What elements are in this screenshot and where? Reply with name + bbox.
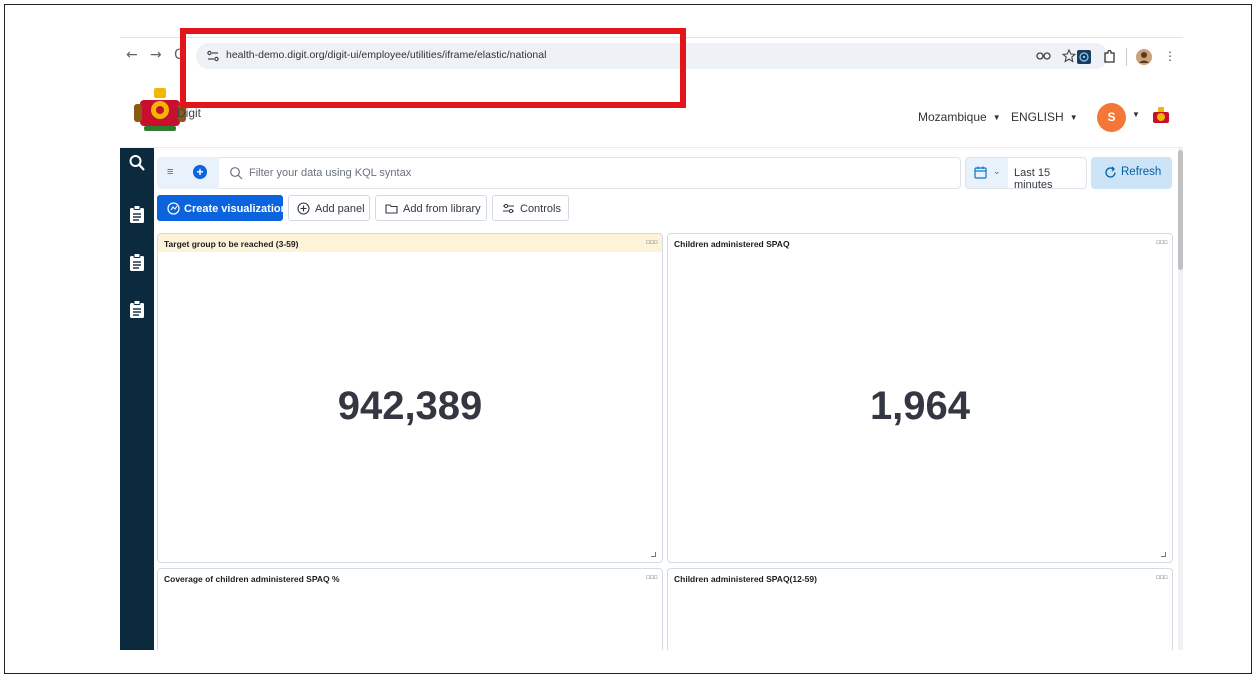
dashboard-content: ≡ + Filter your data using KQL syntax ⌄ … <box>154 148 1183 650</box>
panel-title: Children administered SPAQ <box>674 239 790 249</box>
kql-placeholder: Filter your data using KQL syntax <box>249 167 412 179</box>
quick-select-button[interactable]: ⌄ <box>966 158 1008 188</box>
metric-panel[interactable]: Children administered SPAQ ▫▫▫ 1,964 <box>667 233 1173 563</box>
metric-panel[interactable]: Target group to be reached (3-59) ▫▫▫ 94… <box>157 233 663 563</box>
brand-name: Digit <box>177 106 202 120</box>
clipboard-icon[interactable] <box>129 300 145 318</box>
chevron-down-icon[interactable]: ▼ <box>1132 110 1140 119</box>
country-label: Mozambique <box>918 110 987 124</box>
panel-options-icon[interactable]: ▫▫▫ <box>1156 238 1168 246</box>
browser-toolbar: ← → C health-demo.digit.org/digit-ui/emp… <box>120 38 1183 76</box>
controls-sliders-icon <box>503 203 514 214</box>
panel-options-icon[interactable]: ▫▫▫ <box>646 238 658 246</box>
time-range-label[interactable]: Last 15 minutes <box>1014 167 1086 191</box>
date-picker[interactable]: ⌄ Last 15 minutes <box>965 157 1087 191</box>
folder-icon <box>385 204 398 214</box>
metric-panel[interactable]: Coverage of children administered SPAQ %… <box>157 568 663 650</box>
country-dropdown[interactable]: Mozambique ▼ <box>918 110 1001 124</box>
toolbar-divider <box>1126 48 1127 66</box>
controls-button[interactable]: Controls <box>492 195 569 221</box>
url-text[interactable]: health-demo.digit.org/digit-ui/employee/… <box>226 49 546 61</box>
panel-options-icon[interactable]: ▫▫▫ <box>1156 573 1168 581</box>
chevron-down-icon: ⌄ <box>993 166 1001 176</box>
metric-value: 1,964 <box>869 384 971 428</box>
panel-options-icon[interactable]: ▫▫▫ <box>646 573 658 581</box>
kql-search-input[interactable]: Filter your data using KQL syntax <box>219 157 961 189</box>
resize-handle-icon[interactable] <box>651 552 656 557</box>
create-visualization-label: Create visualization <box>184 203 288 215</box>
panel-title: Coverage of children administered SPAQ % <box>164 574 340 584</box>
filter-menu-icon[interactable]: ≡ <box>167 166 173 178</box>
reload-button[interactable]: C <box>174 47 184 63</box>
chevron-down-icon: ▼ <box>992 113 1001 122</box>
add-panel-label: Add panel <box>315 203 365 215</box>
chevron-down-icon: ▼ <box>1069 113 1078 122</box>
puzzle-icon[interactable] <box>1102 50 1116 64</box>
panel-title: Children administered SPAQ(12-59) <box>674 574 817 584</box>
resize-handle-icon[interactable] <box>1161 552 1166 557</box>
add-from-library-label: Add from library <box>403 203 481 215</box>
language-dropdown[interactable]: ENGLISH ▼ <box>1011 110 1078 124</box>
create-visualization-button[interactable]: Create visualization <box>157 195 287 221</box>
add-panel-button[interactable]: Add panel <box>288 195 370 221</box>
add-filter-icon[interactable]: + <box>193 165 207 179</box>
filter-group: ≡ + <box>157 157 219 189</box>
kebab-menu-icon[interactable]: ⋮ <box>1164 49 1176 63</box>
add-from-library-button[interactable]: Add from library <box>375 195 487 221</box>
scrollbar[interactable] <box>1178 148 1183 650</box>
address-bar[interactable]: health-demo.digit.org/digit-ui/employee/… <box>196 43 1108 69</box>
refresh-label: Refresh <box>1121 166 1162 178</box>
query-bar: ≡ + Filter your data using KQL syntax ⌄ … <box>157 157 1172 191</box>
app-header: Digit Mozambique ▼ ENGLISH ▼ S ▼ <box>120 80 1183 148</box>
panel-title: Target group to be reached (3-59) <box>158 234 662 252</box>
search-icon[interactable] <box>129 154 145 172</box>
plus-circle-icon <box>297 202 310 215</box>
clipboard-icon[interactable] <box>129 205 145 223</box>
bookmark-star-icon[interactable] <box>1062 49 1076 63</box>
sidebar <box>120 148 154 650</box>
back-button[interactable]: ← <box>126 47 138 63</box>
scrollbar-thumb[interactable] <box>1178 150 1183 270</box>
controls-label: Controls <box>520 203 561 215</box>
language-label: ENGLISH <box>1011 110 1064 124</box>
forward-button[interactable]: → <box>150 47 162 63</box>
metric-panel[interactable]: Children administered SPAQ(12-59) ▫▫▫ <box>667 568 1173 650</box>
visualize-icon <box>167 202 180 215</box>
refresh-icon <box>1105 166 1116 178</box>
clipboard-icon[interactable] <box>129 253 145 271</box>
search-icon <box>230 167 243 180</box>
site-info-icon[interactable] <box>206 49 220 63</box>
refresh-button[interactable]: Refresh <box>1091 157 1172 189</box>
calendar-icon <box>974 166 987 179</box>
metric-value: 942,389 <box>337 384 483 428</box>
dashboard-action-bar: Create visualization Add panel Add from … <box>157 195 757 221</box>
extension-icon[interactable] <box>1077 50 1091 64</box>
profile-icon[interactable] <box>1136 49 1152 65</box>
user-avatar[interactable]: S <box>1097 103 1126 132</box>
small-emblem-logo <box>1153 107 1169 123</box>
password-key-icon[interactable] <box>1036 50 1052 62</box>
